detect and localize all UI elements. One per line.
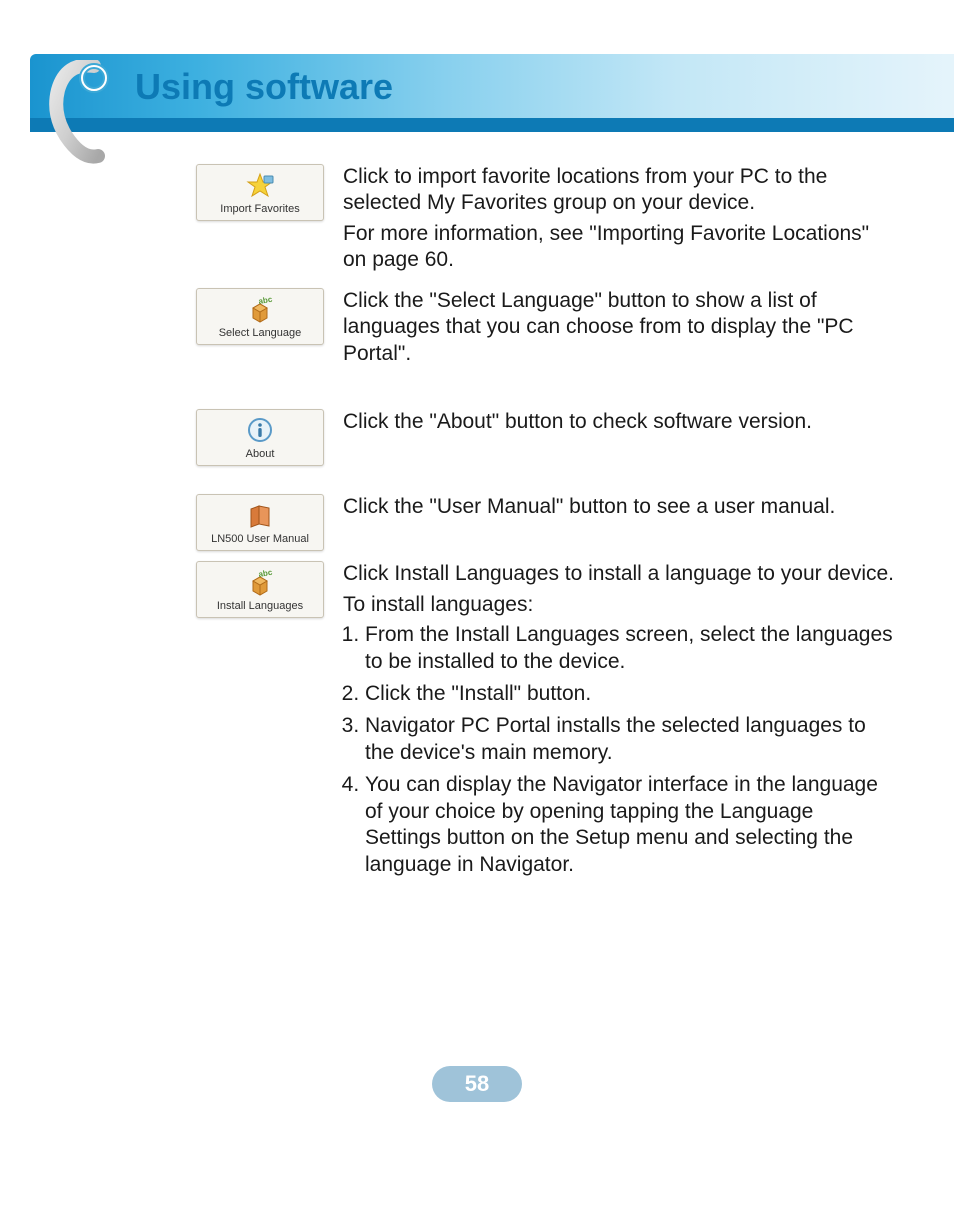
row-install-languages: abc Install Languages Click Install Lang…: [185, 561, 894, 884]
text: To install languages:: [343, 592, 894, 618]
about-description: Click the "About" button to check softwa…: [335, 409, 894, 439]
manual-page: Using software: [0, 0, 954, 1208]
box-abc-icon: abc: [243, 295, 277, 325]
select-language-label: Select Language: [219, 327, 302, 339]
page-number: 58: [465, 1071, 489, 1097]
install-languages-description: Click Install Languages to install a lan…: [335, 561, 894, 884]
list-item: Click the "Install" button.: [365, 681, 894, 707]
header-band: Using software: [30, 54, 954, 132]
content-area: Import Favorites Click to import favorit…: [185, 164, 894, 894]
text: Click the "About" button to check softwa…: [343, 409, 894, 435]
select-language-button[interactable]: abc Select Language: [196, 288, 324, 345]
row-import-favorites: Import Favorites Click to import favorit…: [185, 164, 894, 278]
star-icon: [243, 171, 277, 201]
list-item: You can display the Navigator interface …: [365, 772, 894, 878]
ring-ornament-icon: [42, 60, 116, 160]
svg-text:abc: abc: [258, 569, 274, 579]
row-user-manual: LN500 User Manual Click the "User Manual…: [185, 494, 894, 551]
text: Click Install Languages to install a lan…: [343, 561, 894, 587]
text: Click to import favorite locations from …: [343, 164, 894, 217]
install-steps-list: From the Install Languages screen, selec…: [343, 622, 894, 878]
info-icon: [243, 416, 277, 446]
page-title: Using software: [135, 66, 393, 108]
import-favorites-label: Import Favorites: [220, 203, 299, 215]
user-manual-description: Click the "User Manual" button to see a …: [335, 494, 894, 524]
text: Click the "User Manual" button to see a …: [343, 494, 894, 520]
book-icon: [243, 501, 277, 531]
import-favorites-button[interactable]: Import Favorites: [196, 164, 324, 221]
text: Click the "Select Language" button to sh…: [343, 288, 894, 367]
list-item: Navigator PC Portal installs the selecte…: [365, 713, 894, 766]
select-language-description: Click the "Select Language" button to sh…: [335, 288, 894, 371]
page-number-badge: 58: [432, 1066, 522, 1102]
row-select-language: abc Select Language Click the "Select La…: [185, 288, 894, 371]
text: For more information, see "Importing Fav…: [343, 221, 894, 274]
svg-text:abc: abc: [258, 296, 274, 306]
box-abc-icon: abc: [243, 568, 277, 598]
list-item: From the Install Languages screen, selec…: [365, 622, 894, 675]
about-button[interactable]: About: [196, 409, 324, 466]
import-favorites-description: Click to import favorite locations from …: [335, 164, 894, 278]
install-languages-label: Install Languages: [217, 600, 303, 612]
install-languages-button[interactable]: abc Install Languages: [196, 561, 324, 618]
about-label: About: [246, 448, 275, 460]
row-about: About Click the "About" button to check …: [185, 409, 894, 466]
user-manual-label: LN500 User Manual: [211, 533, 309, 545]
user-manual-button[interactable]: LN500 User Manual: [196, 494, 324, 551]
header-accent-bar: [30, 118, 954, 132]
